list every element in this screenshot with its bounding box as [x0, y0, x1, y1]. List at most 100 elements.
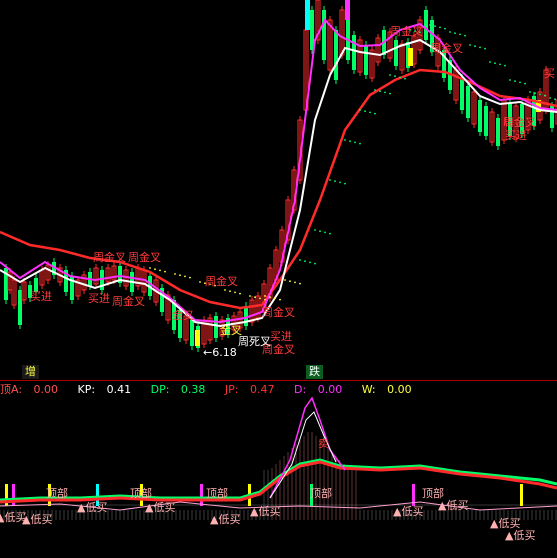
sar-dot — [159, 269, 161, 272]
candle-body — [214, 316, 218, 338]
sar-dot — [339, 181, 341, 184]
indicator-field-w: W: 0.00 — [361, 383, 412, 396]
accent-candle — [408, 48, 413, 66]
candle-body — [364, 45, 368, 75]
sar-dot — [239, 292, 241, 295]
sar-dot — [369, 111, 371, 114]
sar-dot — [279, 298, 281, 301]
signal-golden-cross: 周金叉 — [503, 116, 536, 129]
top-label: 顶部 — [46, 487, 68, 500]
fall-tag: 跌 — [306, 365, 323, 379]
indicator-marker — [520, 484, 523, 506]
sar-dot — [299, 282, 301, 285]
buy-low-label: ▲低买 — [505, 529, 536, 542]
sar-dot — [479, 46, 481, 49]
sar-dot — [429, 24, 431, 26]
sar-dot — [529, 91, 531, 93]
top-label: 顶部 — [206, 487, 228, 500]
sar-dot — [329, 232, 331, 235]
indicator-values-bar: 顶A: 0.00 KP: 0.41 DP: 0.38 JP: 0.47 D: 0… — [0, 383, 428, 397]
signal-gold-cross-small: 金叉 — [172, 309, 194, 322]
sar-dot — [494, 62, 496, 65]
sar-dot — [484, 47, 486, 50]
signal-buy-top-right: 买 — [544, 67, 555, 80]
signal-buy-in: 买进 — [88, 292, 110, 305]
increase-tag-text: 增 — [25, 365, 36, 378]
low-price-label: ←6.18 — [203, 346, 237, 359]
sar-dot — [354, 141, 356, 144]
sar-dot — [174, 273, 176, 275]
sar-dot — [334, 180, 336, 183]
sar-dot — [249, 295, 251, 297]
candle-body — [190, 320, 194, 346]
indicator-marker — [200, 484, 203, 506]
signal-dead-cross: 周死叉 — [238, 335, 271, 348]
indicator-field-kp: KP: 0.41 — [77, 383, 132, 396]
stock-chart-window: ←6.18 增 跌 买 买进 买进 买进 买进 周金叉 周金叉 周金叉 周金叉 … — [0, 0, 557, 558]
sar-dot — [389, 92, 391, 95]
sar-dot — [254, 296, 256, 299]
candle-body — [352, 35, 356, 70]
sar-dot — [179, 274, 181, 277]
candle-body — [460, 78, 464, 110]
sar-dot — [269, 296, 271, 299]
candle-body — [478, 100, 482, 132]
sar-dot — [299, 259, 301, 261]
sar-dot — [509, 79, 511, 81]
sar-dot — [454, 32, 456, 35]
signal-buy-in: 买进 — [270, 330, 292, 343]
sar-dot — [189, 276, 191, 279]
sar-dot — [289, 280, 291, 283]
sar-dot — [284, 279, 286, 281]
sar-dot — [184, 275, 186, 278]
indicator-field-jp: JP: 0.47 — [224, 383, 275, 396]
candle-body — [466, 86, 470, 118]
sar-dot — [444, 27, 446, 30]
accent-candle — [305, 0, 310, 30]
sar-dot — [539, 93, 541, 96]
signal-golden-cross: 周金叉 — [390, 25, 423, 38]
sar-dot — [384, 91, 386, 94]
sar-dot — [474, 45, 476, 48]
sar-dot — [544, 94, 546, 97]
sar-dot — [364, 110, 366, 113]
sar-dot — [379, 90, 381, 93]
sar-dot — [359, 109, 361, 111]
sar-dot — [264, 298, 266, 301]
sar-dot — [309, 261, 311, 264]
buy-low-label: ▲低买 — [210, 513, 241, 526]
sar-dot — [514, 80, 516, 83]
buy-low-label: ▲低买 — [145, 501, 176, 514]
sar-dot — [304, 260, 306, 263]
sar-dot — [349, 140, 351, 143]
sar-dot — [394, 75, 396, 78]
sar-dot — [359, 142, 361, 145]
buy-low-label: ▲低买 — [438, 499, 469, 512]
indicator-chart[interactable] — [0, 380, 557, 558]
indicator-spike-magenta — [269, 396, 346, 499]
sar-dot — [149, 267, 151, 269]
peak-label: 卖 — [318, 437, 329, 450]
candle-body — [310, 10, 314, 50]
sar-dot — [199, 281, 201, 283]
sar-dot — [524, 82, 526, 85]
sar-dot — [519, 81, 521, 84]
main-price-chart[interactable] — [0, 0, 557, 380]
sar-dot — [314, 229, 316, 231]
indicator-field-top-a: 顶A: 0.00 — [0, 383, 59, 396]
sar-dot — [344, 182, 346, 185]
sar-dot — [319, 230, 321, 233]
sar-dot — [399, 76, 401, 79]
sar-dot — [259, 297, 261, 300]
buy-low-label: ▲低买 — [77, 501, 108, 514]
signal-golden-cross: 周金叉 — [205, 275, 238, 288]
signal-golden-cross: 周金叉 — [128, 251, 161, 264]
candle-body — [484, 106, 488, 136]
candle-body — [496, 118, 500, 146]
buy-low-label: ▲低买 — [22, 513, 53, 526]
sar-dot — [554, 98, 556, 101]
candle-body — [18, 290, 22, 325]
sar-dot — [164, 270, 166, 273]
sar-dot — [404, 77, 406, 80]
sar-dot — [344, 139, 346, 141]
